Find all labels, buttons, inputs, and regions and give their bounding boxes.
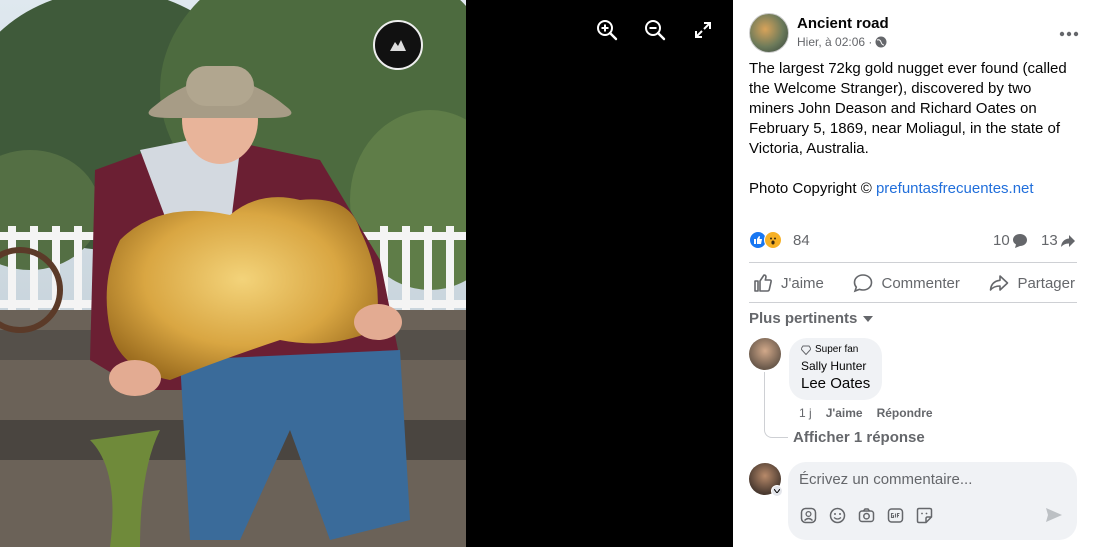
post-timestamp[interactable]: Hier, à 02:06 · bbox=[797, 35, 887, 49]
emoji-button[interactable] bbox=[829, 507, 846, 524]
gif-icon bbox=[887, 508, 904, 523]
photo-viewer bbox=[0, 0, 733, 547]
fullscreen-icon bbox=[695, 22, 711, 38]
chevron-down-icon bbox=[774, 489, 780, 493]
zoom-out-icon bbox=[645, 20, 666, 41]
comment-icon bbox=[854, 274, 873, 293]
post-side-panel: Ancient road Hier, à 02:06 · The largest… bbox=[733, 0, 1093, 547]
copyright-link[interactable]: prefuntasfrecuentes.net bbox=[876, 180, 1034, 197]
post-time-text: Hier, à 02:06 · bbox=[797, 35, 873, 49]
comment-input[interactable] bbox=[799, 471, 1059, 488]
divider-bottom bbox=[749, 302, 1077, 303]
shares-count[interactable]: 13 bbox=[1041, 232, 1076, 249]
share-count-icon bbox=[1060, 234, 1075, 247]
divider-top bbox=[749, 262, 1077, 263]
post-copyright: Photo Copyright © prefuntasfrecuentes.ne… bbox=[749, 179, 1079, 199]
share-icon bbox=[990, 275, 1009, 291]
photo-illustration bbox=[0, 0, 466, 547]
avatar-menu-badge[interactable] bbox=[771, 485, 783, 497]
reaction-count[interactable]: 84 bbox=[793, 232, 810, 249]
comment-reply-button[interactable]: Répondre bbox=[877, 406, 933, 420]
reactions-summary: 84 10 13 bbox=[749, 231, 1079, 251]
comment-age[interactable]: 1 j bbox=[799, 406, 812, 420]
share-button[interactable]: Partager bbox=[985, 265, 1079, 301]
badge-label: Super fan bbox=[815, 344, 859, 355]
comment-button[interactable]: Commenter bbox=[849, 265, 963, 301]
share-label: Partager bbox=[1017, 274, 1075, 292]
diamond-icon bbox=[801, 345, 811, 355]
comment-meta: 1 j J'aime Répondre bbox=[799, 406, 933, 420]
show-replies-link[interactable]: Afficher 1 réponse bbox=[793, 429, 925, 446]
post-header: Ancient road Hier, à 02:06 · bbox=[749, 13, 1079, 53]
post-actions: J'aime Commenter Partager bbox=[749, 265, 1079, 301]
zoom-out-button[interactable] bbox=[643, 18, 667, 42]
comment-count-icon bbox=[1012, 233, 1027, 248]
more-options-button[interactable] bbox=[1059, 21, 1079, 42]
comments-count[interactable]: 10 bbox=[993, 232, 1028, 249]
more-dots-icon bbox=[1059, 31, 1079, 37]
globe-icon bbox=[875, 36, 887, 48]
composer-toolbar bbox=[800, 507, 933, 524]
like-label: J'aime bbox=[781, 274, 824, 292]
watermark-icon bbox=[390, 40, 406, 51]
viewer-toolbar bbox=[595, 18, 715, 42]
post-body: The largest 72kg gold nugget ever found … bbox=[749, 59, 1079, 199]
thumbs-up-icon bbox=[754, 274, 772, 292]
commenter-avatar[interactable] bbox=[749, 338, 781, 370]
page-name[interactable]: Ancient road bbox=[797, 15, 889, 32]
caret-down-icon bbox=[863, 315, 874, 322]
comments-count-value: 10 bbox=[993, 232, 1010, 249]
send-comment-button[interactable] bbox=[1045, 507, 1063, 528]
super-fan-badge[interactable]: Super fan bbox=[801, 344, 870, 355]
avatar-sticker-icon bbox=[800, 507, 817, 524]
comment-like-button[interactable]: J'aime bbox=[826, 406, 863, 420]
zoom-in-button[interactable] bbox=[595, 18, 619, 42]
post-caption: The largest 72kg gold nugget ever found … bbox=[749, 60, 1067, 157]
camera-button[interactable] bbox=[858, 507, 875, 524]
send-icon bbox=[1046, 508, 1062, 522]
avatar-sticker-button[interactable] bbox=[800, 507, 817, 524]
emoji-icon bbox=[829, 507, 846, 524]
post-photo[interactable] bbox=[0, 0, 466, 547]
copyright-prefix: Photo Copyright © bbox=[749, 180, 872, 197]
comment-text: Lee Oates bbox=[801, 375, 871, 392]
page-avatar[interactable] bbox=[749, 13, 789, 53]
camera-icon bbox=[858, 508, 875, 523]
comment-composer bbox=[788, 462, 1077, 540]
comment-sort-dropdown[interactable]: Plus pertinents bbox=[749, 310, 874, 327]
sticker-icon bbox=[916, 507, 933, 524]
zoom-in-icon bbox=[597, 20, 618, 41]
reaction-icons[interactable] bbox=[749, 231, 782, 249]
gif-button[interactable] bbox=[887, 507, 904, 524]
comment-author[interactable]: Sally Hunter bbox=[801, 359, 870, 373]
watermark-logo bbox=[373, 20, 423, 70]
like-button[interactable]: J'aime bbox=[749, 265, 828, 301]
sort-label: Plus pertinents bbox=[749, 310, 858, 327]
reply-thread-line bbox=[764, 372, 788, 438]
sticker-button[interactable] bbox=[916, 507, 933, 524]
fullscreen-button[interactable] bbox=[691, 18, 715, 42]
comment-bubble: Super fan Sally Hunter Lee Oates bbox=[789, 338, 883, 400]
shares-count-value: 13 bbox=[1041, 232, 1058, 249]
wow-reaction-icon bbox=[764, 231, 782, 249]
comment-label: Commenter bbox=[881, 274, 960, 292]
